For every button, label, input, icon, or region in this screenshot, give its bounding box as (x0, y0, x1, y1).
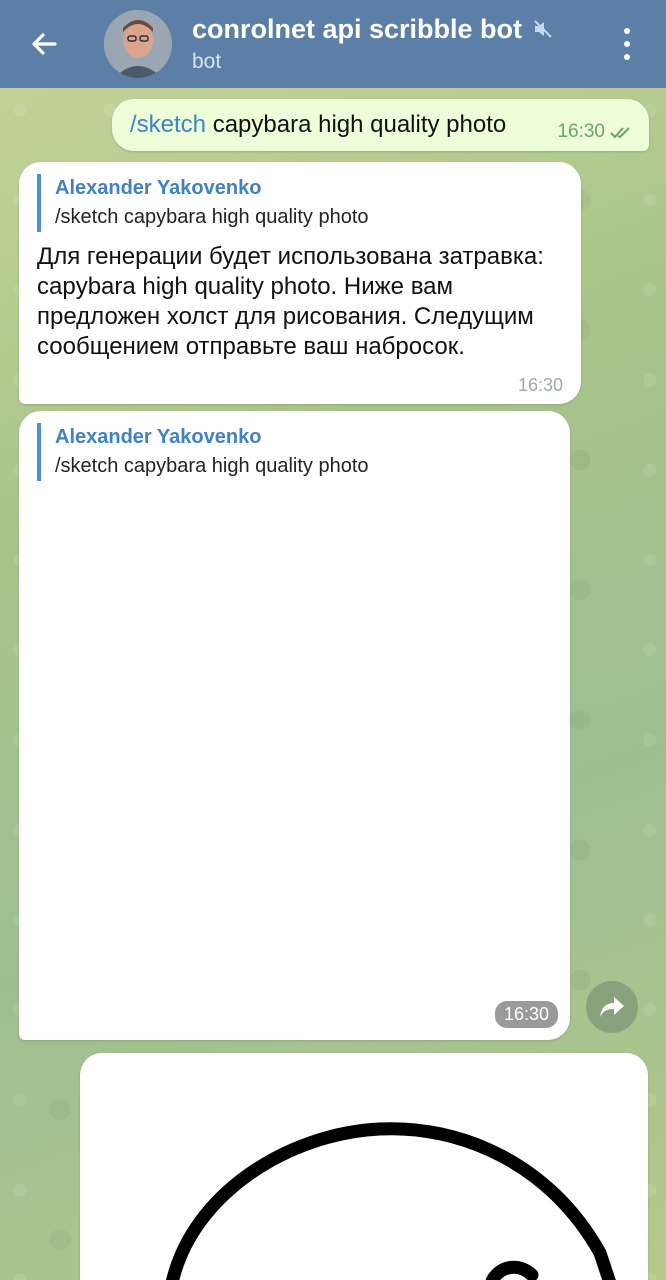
reply-text: /sketch capybara high quality photo (55, 455, 369, 477)
message-text: Для генерации будет использована затравк… (37, 243, 544, 360)
message-time: 16:30 (517, 375, 563, 395)
incoming-message[interactable]: Alexander Yakovenko /sketch capybara hig… (19, 162, 581, 404)
reply-author: Alexander Yakovenko (55, 426, 262, 448)
canvas-image-message[interactable]: Alexander Yakovenko /sketch capybara hig… (19, 411, 570, 1040)
reply-text: /sketch capybara high quality photo (55, 206, 369, 228)
double-check-icon (610, 127, 630, 139)
back-arrow-icon (32, 33, 57, 55)
message-time: 16:30 (557, 121, 605, 142)
back-button[interactable] (22, 22, 66, 66)
command-link[interactable]: /sketch (130, 111, 206, 138)
chat-title[interactable]: conrolnet api scribble bot (192, 14, 522, 45)
reply-author: Alexander Yakovenko (55, 177, 262, 199)
reply-quote[interactable]: Alexander Yakovenko /sketch capybara hig… (37, 174, 369, 232)
message-text: /sketch capybara high quality photo (130, 111, 507, 138)
sketch-image-message[interactable] (80, 1053, 648, 1280)
chat-header: conrolnet api scribble bot bot (0, 0, 666, 88)
avatar[interactable] (104, 10, 172, 78)
more-options-button[interactable] (612, 24, 642, 64)
mute-icon (534, 20, 552, 38)
share-arrow-icon (600, 997, 624, 1017)
sketch-drawing (166, 1122, 616, 1280)
outgoing-message[interactable]: /sketch capybara high quality photo 16:3… (112, 99, 649, 151)
forward-button[interactable] (586, 981, 638, 1033)
message-time: 16:30 (494, 1001, 558, 1028)
chat-subtitle: bot (192, 50, 222, 73)
reply-quote[interactable]: Alexander Yakovenko /sketch capybara hig… (37, 423, 369, 481)
avatar-photo (104, 10, 172, 78)
message-meta: 16:30 (557, 121, 635, 143)
more-vertical-icon (624, 28, 630, 34)
